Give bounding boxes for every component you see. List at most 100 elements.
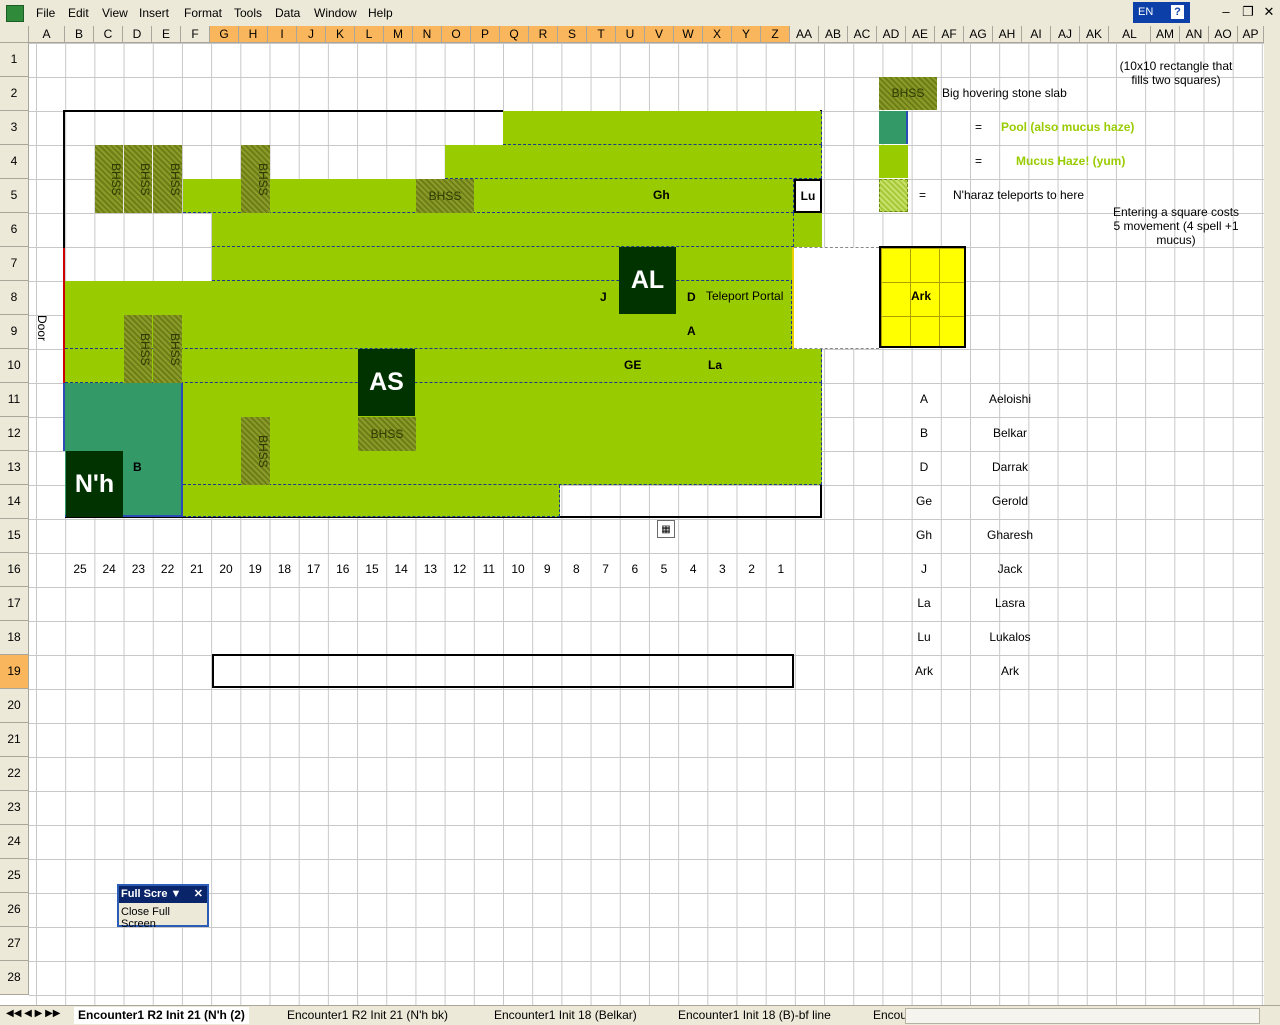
row-header[interactable]: 3 — [0, 111, 29, 145]
column-header[interactable]: F — [181, 26, 210, 43]
column-header[interactable]: AN — [1180, 26, 1209, 43]
column-header[interactable]: Q — [500, 26, 529, 43]
column-header[interactable]: R — [529, 26, 558, 43]
column-header[interactable]: L — [355, 26, 384, 43]
menu-format[interactable]: Format — [184, 6, 222, 20]
column-header[interactable]: P — [471, 26, 500, 43]
column-header[interactable]: G — [210, 26, 239, 43]
column-header[interactable]: AG — [964, 26, 993, 43]
column-header[interactable]: J — [297, 26, 326, 43]
spreadsheet-grid[interactable]: BHSS BHSS BHSS BHSS BHSS BHSS BHSS BHSS … — [29, 43, 1264, 1005]
column-header[interactable]: N — [413, 26, 442, 43]
row-header[interactable]: 1 — [0, 43, 29, 77]
menu-view[interactable]: View — [102, 6, 128, 20]
close-icon[interactable]: ✕ — [1261, 4, 1277, 20]
column-header[interactable]: D — [123, 26, 152, 43]
row-header[interactable]: 23 — [0, 791, 29, 825]
row-header[interactable]: 12 — [0, 417, 29, 451]
column-header[interactable]: AL — [1109, 26, 1151, 43]
row-header[interactable]: 13 — [0, 451, 29, 485]
column-header[interactable]: AI — [1022, 26, 1051, 43]
close-full-screen-button[interactable]: Close Full Screen — [119, 903, 207, 933]
language-indicator[interactable]: EN — [1138, 6, 1153, 18]
column-header[interactable]: B — [65, 26, 94, 43]
full-screen-toolbar[interactable]: Full Scre ▼ ✕ Close Full Screen — [117, 884, 209, 930]
sheet-tab-active[interactable]: Encounter1 R2 Init 21 (N'h (2) — [74, 1007, 249, 1024]
column-header[interactable]: AA — [790, 26, 819, 43]
row-header[interactable]: 17 — [0, 587, 29, 621]
column-header[interactable]: A — [29, 26, 65, 43]
row-header[interactable]: 20 — [0, 689, 29, 723]
sheet-tab[interactable]: Encounter1 R2 Init 21 (N'h bk) — [287, 1007, 448, 1024]
column-header[interactable]: AB — [819, 26, 848, 43]
close-toolbar-icon[interactable]: ✕ — [194, 886, 203, 903]
row-header[interactable]: 15 — [0, 519, 29, 553]
vertical-scrollbar[interactable] — [1264, 26, 1280, 1005]
row-header[interactable]: 9 — [0, 315, 29, 349]
row-header[interactable]: 27 — [0, 927, 29, 961]
row-header[interactable]: 16 — [0, 553, 29, 587]
row-header[interactable]: 22 — [0, 757, 29, 791]
column-header[interactable]: U — [616, 26, 645, 43]
menu-window[interactable]: Window — [314, 6, 357, 20]
help-icon[interactable]: ? — [1171, 5, 1184, 19]
column-header[interactable]: Z — [761, 26, 790, 43]
menu-insert[interactable]: Insert — [139, 6, 169, 20]
column-header[interactable]: E — [152, 26, 181, 43]
sheet-tab[interactable]: Encounter1 Init 18 (Belkar) — [494, 1007, 637, 1024]
row-header[interactable]: 26 — [0, 893, 29, 927]
column-header[interactable]: S — [558, 26, 587, 43]
column-header[interactable]: K — [326, 26, 355, 43]
row-header[interactable]: 28 — [0, 961, 29, 995]
column-header[interactable]: AP — [1238, 26, 1264, 43]
menu-file[interactable]: File — [36, 6, 55, 20]
column-header[interactable]: V — [645, 26, 674, 43]
row-header[interactable]: 6 — [0, 213, 29, 247]
sheet-tab[interactable]: Encou — [873, 1007, 907, 1024]
tab-scroll-arrows-icon[interactable]: ◀◀ ◀ ▶ ▶▶ — [6, 1008, 60, 1019]
sheet-tab[interactable]: Encounter1 Init 18 (B)-bf line — [678, 1007, 831, 1024]
column-header[interactable]: Y — [732, 26, 761, 43]
column-header[interactable]: AO — [1209, 26, 1238, 43]
menu-help[interactable]: Help — [368, 6, 393, 20]
row-header[interactable]: 4 — [0, 145, 29, 179]
horizontal-scrollbar[interactable] — [905, 1008, 1260, 1024]
paste-options-icon[interactable]: ▦ — [657, 520, 675, 538]
row-header[interactable]: 11 — [0, 383, 29, 417]
row-header[interactable]: 5 — [0, 179, 29, 213]
column-header[interactable]: X — [703, 26, 732, 43]
column-header[interactable]: I — [268, 26, 297, 43]
menu-tools[interactable]: Tools — [234, 6, 262, 20]
row-header[interactable]: 18 — [0, 621, 29, 655]
row-header[interactable]: 14 — [0, 485, 29, 519]
row-header[interactable]: 19 — [0, 655, 29, 689]
minimize-icon[interactable]: – — [1218, 4, 1234, 20]
row-header[interactable]: 24 — [0, 825, 29, 859]
row-header[interactable]: 7 — [0, 247, 29, 281]
column-header[interactable]: AJ — [1051, 26, 1080, 43]
column-header[interactable]: M — [384, 26, 413, 43]
column-header[interactable]: T — [587, 26, 616, 43]
language-bar[interactable]: EN ? — [1133, 2, 1190, 23]
menu-edit[interactable]: Edit — [68, 6, 89, 20]
column-header[interactable]: AF — [935, 26, 964, 43]
column-header[interactable]: AH — [993, 26, 1022, 43]
dropdown-icon[interactable]: ▼ — [171, 888, 182, 900]
column-header[interactable]: AM — [1151, 26, 1180, 43]
row-header[interactable]: 2 — [0, 77, 29, 111]
column-header[interactable]: O — [442, 26, 471, 43]
column-header[interactable]: H — [239, 26, 268, 43]
menu-data[interactable]: Data — [275, 6, 300, 20]
select-all-corner[interactable] — [0, 26, 29, 43]
column-header[interactable]: AE — [906, 26, 935, 43]
column-header[interactable]: W — [674, 26, 703, 43]
selected-cell-range[interactable] — [212, 654, 794, 688]
row-header[interactable]: 21 — [0, 723, 29, 757]
row-header[interactable]: 25 — [0, 859, 29, 893]
column-header[interactable]: AC — [848, 26, 877, 43]
column-header[interactable]: AD — [877, 26, 906, 43]
column-header[interactable]: C — [94, 26, 123, 43]
row-header[interactable]: 10 — [0, 349, 29, 383]
column-header[interactable]: AK — [1080, 26, 1109, 43]
full-screen-title[interactable]: Full Scre ▼ ✕ — [119, 886, 207, 903]
